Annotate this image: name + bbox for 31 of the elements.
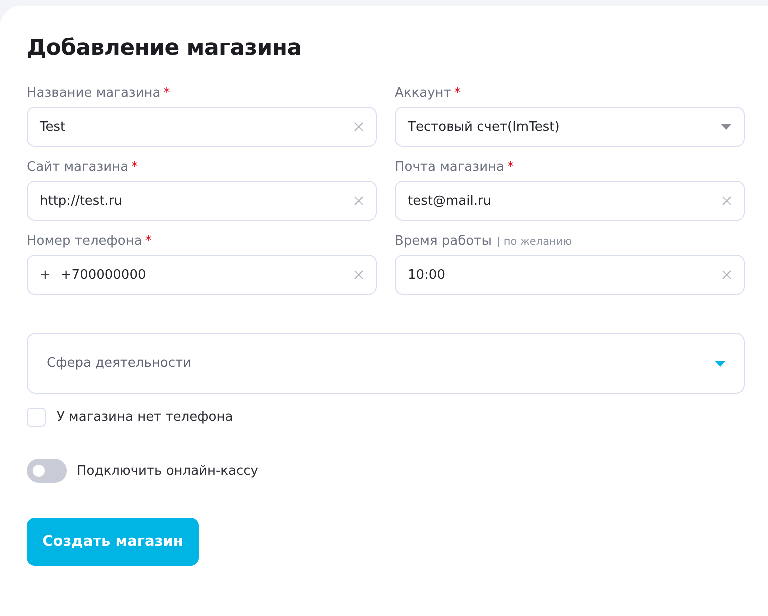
input-field[interactable]: + +700000000 [27, 255, 377, 295]
input-field[interactable]: test@mail.ru [395, 181, 745, 221]
required-mark: * [145, 235, 152, 249]
input-field[interactable]: http://test.ru [27, 181, 377, 221]
checkbox-label: У магазина нет телефона [57, 410, 234, 425]
activity-select[interactable]: Сфера деятельности [27, 333, 745, 394]
optional-hint: | по желанию [496, 235, 572, 249]
clear-icon[interactable] [354, 122, 364, 132]
field-label: Время работы [395, 235, 492, 249]
field-label: Сайт магазина [27, 161, 129, 175]
clear-icon[interactable] [722, 270, 732, 280]
required-mark: * [507, 161, 514, 175]
caret-icon [715, 360, 726, 366]
input-field[interactable]: 10:00 [395, 255, 745, 295]
field-label: Аккаунт [395, 87, 452, 101]
required-mark: * [164, 87, 170, 101]
field-label: Название магазина [27, 87, 161, 101]
field-label: Почта магазина [395, 161, 504, 175]
required-mark: * [454, 87, 461, 101]
toggle-switch[interactable] [27, 459, 67, 483]
page-title: Добавление магазина [27, 36, 303, 61]
account-select[interactable]: Тестовый счет(ImTest) [395, 107, 745, 147]
required-mark: * [132, 161, 138, 175]
caret-icon [721, 124, 732, 130]
toggle-label: Подключить онлайн-кассу [77, 464, 258, 478]
clear-icon[interactable] [354, 196, 364, 206]
field-label: Номер телефона [27, 235, 142, 249]
clear-icon[interactable] [354, 270, 364, 280]
checkbox[interactable] [27, 408, 46, 427]
input-field[interactable]: Test [27, 107, 377, 147]
clear-icon[interactable] [722, 196, 732, 206]
